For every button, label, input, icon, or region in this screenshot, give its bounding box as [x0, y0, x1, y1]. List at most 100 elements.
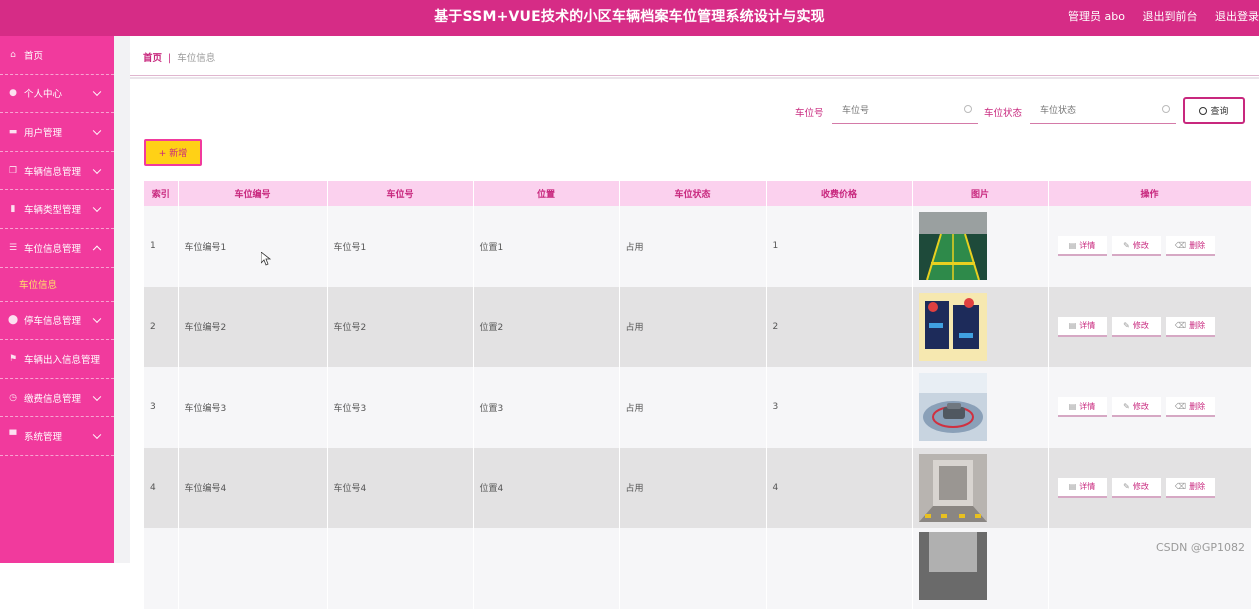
edit-button[interactable]: ✎ 修改 — [1111, 477, 1161, 498]
cell-code: 车位编号2 — [178, 286, 328, 367]
document-icon: ▤ — [1068, 240, 1077, 250]
trash-icon: ⌫ — [1174, 401, 1187, 411]
cell-image — [912, 206, 1049, 287]
detail-button[interactable]: ▤ 详情 — [1057, 477, 1107, 498]
search-icon — [964, 105, 972, 113]
breadcrumb-home[interactable]: 首页 — [143, 53, 162, 64]
detail-label: 详情 — [1079, 401, 1096, 411]
space-number-field[interactable] — [832, 98, 978, 124]
cell-image — [912, 528, 1049, 609]
sidebar-item-parking-spaces[interactable]: ☰ 车位信息管理 — [0, 229, 114, 268]
cell-number: 车位号4 — [327, 447, 474, 528]
cell-position: 位置4 — [473, 447, 620, 528]
space-status-field[interactable] — [1030, 98, 1176, 124]
cell-index: 3 — [144, 367, 179, 448]
edit-button[interactable]: ✎ 修改 — [1111, 397, 1161, 418]
trash-icon: ⌫ — [1174, 482, 1187, 492]
chevron-down-icon — [92, 430, 102, 440]
cell-position — [473, 528, 620, 609]
sidebar-item-label: 车位信息 — [19, 280, 58, 292]
edit-label: 修改 — [1132, 482, 1149, 492]
delete-button[interactable]: ⌫ 删除 — [1165, 236, 1215, 257]
flag-icon: ⚑ — [8, 353, 18, 364]
cell-price: 3 — [766, 367, 913, 448]
sidebar-item-vehicles[interactable]: ❐ 车辆信息管理 — [0, 152, 114, 191]
location-icon: ⬤ — [7, 315, 19, 326]
sidebar-item-parking-records[interactable]: ⬤ 停车信息管理 — [0, 302, 114, 341]
cell-code: 车位编号1 — [178, 206, 328, 287]
add-button[interactable]: + 新增 — [144, 139, 202, 166]
cell-status: 占用 — [619, 206, 767, 287]
sidebar-item-label: 车辆出入信息管理 — [24, 354, 101, 366]
sidebar-item-vehicle-types[interactable]: ▮ 车辆类型管理 — [0, 190, 114, 229]
detail-button[interactable]: ▤ 详情 — [1057, 316, 1107, 337]
delete-button[interactable]: ⌫ 删除 — [1165, 316, 1215, 337]
cell-number: 车位号2 — [327, 286, 474, 367]
mouse-cursor-icon — [261, 252, 271, 266]
header-actions: 管理员 abo 退出到前台 退出登录 — [1054, 0, 1259, 34]
delete-label: 删除 — [1189, 482, 1206, 492]
top-header: 基于SSM+VUE技术的小区车辆档案车位管理系统设计与实现 管理员 abo 退出… — [0, 0, 1259, 36]
sidebar-item-payments[interactable]: ◷ 缴费信息管理 — [0, 379, 114, 418]
pencil-icon: ✎ — [1123, 240, 1130, 250]
garage-image[interactable] — [918, 453, 987, 522]
clock-icon: ◷ — [9, 392, 17, 403]
document-icon: ▤ — [1068, 401, 1077, 411]
cell-code: 车位编号3 — [178, 367, 328, 448]
edit-button[interactable]: ✎ 修改 — [1111, 236, 1161, 257]
table-row[interactable]: 1 车位编号1 车位号1 位置1 占用 1 ▤ 详情 ✎ 修改 ⌫ 删除 — [144, 206, 1252, 287]
delete-label: 删除 — [1189, 240, 1206, 250]
query-button[interactable]: 查询 — [1183, 97, 1245, 124]
back-to-front-link[interactable]: 退出到前台 — [1143, 10, 1198, 23]
delete-label: 删除 — [1189, 401, 1206, 411]
edit-label: 修改 — [1132, 401, 1149, 411]
sidebar-item-vehicle-entry-exit[interactable]: ⚑ 车辆出入信息管理 — [0, 340, 114, 379]
column-header: 索引 — [144, 181, 179, 206]
parking-space-table: 索引 车位编号 车位号 位置 车位状态 收费价格 图片 操作 1 车位编号1 车… — [144, 181, 1252, 609]
sidebar-item-users[interactable]: ▬ 用户管理 — [0, 113, 114, 152]
delete-label: 删除 — [1189, 321, 1206, 331]
table-row[interactable]: 2 车位编号2 车位号2 位置2 占用 2 ▤ 详情 ✎ 修改 ⌫ 删除 — [144, 286, 1252, 367]
column-header: 车位号 — [327, 181, 474, 206]
table-row[interactable]: 3 车位编号3 车位号3 位置3 占用 3 ▤ 详情 ✎ 修改 ⌫ 删除 — [144, 367, 1252, 448]
pencil-icon: ✎ — [1123, 321, 1130, 331]
chevron-down-icon — [92, 87, 102, 97]
document-icon: ▤ — [1068, 321, 1077, 331]
sidebar-item-home[interactable]: ⌂ 首页 — [0, 36, 114, 75]
garage-image[interactable] — [918, 532, 987, 600]
watermark: CSDN @GP1082 — [1155, 541, 1245, 554]
delete-button[interactable]: ⌫ 删除 — [1165, 477, 1215, 498]
sidebar-item-label: 车位信息管理 — [24, 243, 82, 255]
search-label-space-number: 车位号 — [795, 108, 824, 119]
sidebar-item-system[interactable]: ▀ 系统管理 — [0, 417, 114, 456]
cell-index: 1 — [144, 206, 179, 287]
cell-actions: ▤ 详情 ✎ 修改 ⌫ 删除 — [1048, 447, 1252, 528]
parking-lot-image[interactable] — [918, 212, 987, 281]
parking-sign-image[interactable] — [918, 292, 987, 361]
delete-button[interactable]: ⌫ 删除 — [1165, 397, 1215, 418]
sidebar-subitem-parking-info[interactable]: 车位信息 — [0, 268, 114, 302]
pencil-icon: ✎ — [1123, 401, 1130, 411]
edit-button[interactable]: ✎ 修改 — [1111, 316, 1161, 337]
query-button-label: 查询 — [1210, 107, 1229, 117]
table-row[interactable] — [144, 528, 1252, 609]
cell-image — [912, 286, 1049, 367]
trash-icon: ⌫ — [1174, 240, 1187, 250]
breadcrumb-current: 车位信息 — [177, 53, 216, 64]
table-row[interactable]: 4 车位编号4 车位号4 位置4 占用 4 ▤ 详情 ✎ 修改 ⌫ 删除 — [144, 447, 1252, 528]
sidebar-item-label: 个人中心 — [24, 89, 63, 101]
cell-actions: ▤ 详情 ✎ 修改 ⌫ 删除 — [1048, 367, 1252, 448]
cell-index — [144, 528, 179, 609]
chevron-down-icon — [92, 203, 102, 213]
car-parking-image[interactable] — [918, 373, 987, 442]
cell-position: 位置1 — [473, 206, 620, 287]
detail-button[interactable]: ▤ 详情 — [1057, 397, 1107, 418]
sidebar-item-profile[interactable]: ● 个人中心 — [0, 75, 114, 114]
space-number-input[interactable] — [832, 99, 978, 123]
user-icon: ● — [9, 88, 17, 99]
cell-number: 车位号3 — [327, 367, 474, 448]
space-status-input[interactable] — [1030, 99, 1176, 123]
detail-button[interactable]: ▤ 详情 — [1057, 236, 1107, 257]
column-header: 操作 — [1048, 181, 1252, 206]
logout-link[interactable]: 退出登录 — [1215, 10, 1259, 23]
